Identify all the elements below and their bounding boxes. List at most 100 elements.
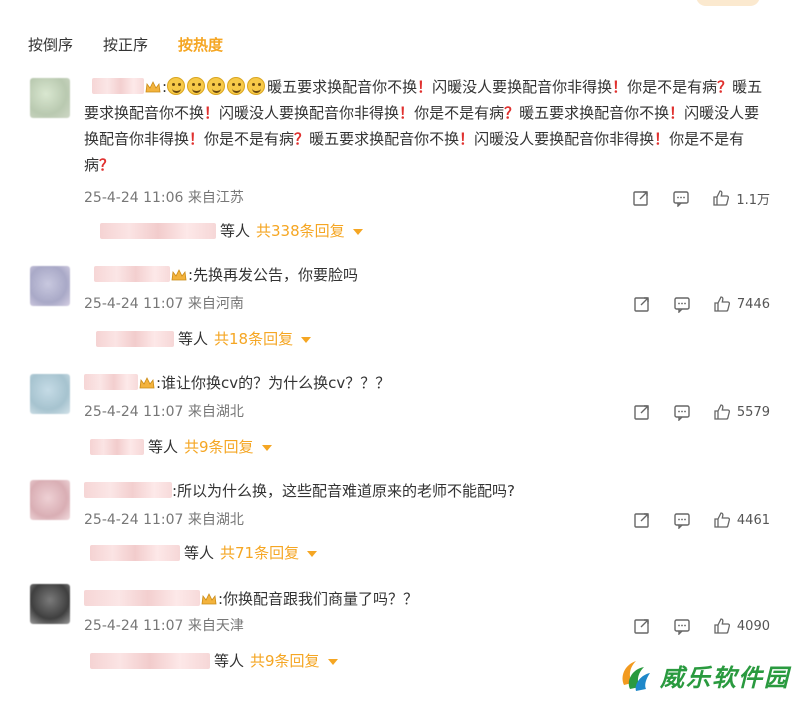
avatar[interactable] bbox=[30, 584, 70, 624]
reply-count[interactable]: 共18条回复 bbox=[214, 328, 293, 350]
share-icon[interactable] bbox=[633, 403, 651, 421]
comment-actions: 7446 bbox=[611, 294, 770, 314]
like-icon[interactable] bbox=[713, 617, 731, 635]
comment-icon[interactable] bbox=[673, 511, 691, 529]
reply-count[interactable]: 共71条回复 bbox=[220, 542, 299, 564]
exclamation-mark: ！ bbox=[417, 78, 433, 96]
like-count: 1.1万 bbox=[736, 192, 770, 208]
comment-icon[interactable] bbox=[673, 617, 691, 635]
reply-users-blurred bbox=[96, 331, 174, 347]
comment-text: :先换再发公告，你要脸吗 bbox=[84, 262, 770, 288]
comment-icon[interactable] bbox=[672, 189, 690, 207]
avatar[interactable] bbox=[30, 480, 70, 520]
username-blurred[interactable] bbox=[84, 482, 172, 498]
share-icon[interactable] bbox=[633, 511, 651, 529]
crown-icon bbox=[171, 269, 187, 281]
like-icon[interactable] bbox=[713, 295, 731, 313]
share-icon[interactable] bbox=[633, 617, 651, 635]
avatar[interactable] bbox=[30, 266, 70, 306]
smile-emoji-icon bbox=[247, 77, 266, 95]
reply-count[interactable]: 共338条回复 bbox=[256, 220, 345, 242]
reply-suffix: 等人 bbox=[214, 652, 245, 670]
top-pill-decoration bbox=[696, 0, 760, 6]
timestamp: 25-4-24 11:07 bbox=[84, 404, 184, 420]
watermark-logo-icon bbox=[622, 661, 650, 691]
caret-down-icon[interactable] bbox=[301, 337, 312, 343]
avatar[interactable] bbox=[30, 374, 70, 414]
watermark: 威乐软件园 bbox=[616, 655, 790, 695]
comment-text-segment: 你是不是有病 bbox=[414, 104, 505, 122]
crown-icon bbox=[145, 81, 161, 93]
username-blurred[interactable] bbox=[92, 78, 144, 94]
comment-icon[interactable] bbox=[673, 295, 691, 313]
comment-actions: 1.1万 bbox=[610, 188, 770, 208]
comment-icon[interactable] bbox=[673, 403, 691, 421]
reply-summary[interactable]: 等人 共71条回复 bbox=[90, 542, 318, 564]
comment-body: :谁让你换cv的？为什么换cv？？？ bbox=[156, 374, 391, 392]
location: 来自天津 bbox=[187, 618, 244, 634]
reply-summary[interactable]: 等人 共18条回复 bbox=[96, 328, 312, 350]
caret-down-icon[interactable] bbox=[352, 229, 363, 235]
watermark-text: 威乐软件园 bbox=[660, 662, 790, 692]
comment-text-segment: 闪暖没人要换配音你非得换 bbox=[219, 104, 400, 122]
question-mark: ？ bbox=[294, 130, 310, 148]
timestamp: 25-4-24 11:06 bbox=[84, 190, 184, 206]
sort-tab-descending[interactable]: 按倒序 bbox=[28, 34, 73, 56]
exclamation-mark: ！ bbox=[654, 130, 670, 148]
location: 来自湖北 bbox=[187, 404, 244, 420]
comment-text-segment: 暖五要求换配音你不换 bbox=[519, 104, 670, 122]
smile-emoji-icon bbox=[207, 77, 226, 95]
smile-emoji-icon bbox=[167, 77, 186, 95]
comment-text-segment: 你是不是有病 bbox=[204, 130, 295, 148]
comment-body: 暖五要求换配音你不换！闪暖没人要换配音你非得换！你是不是有病？暖五要求换配音你不… bbox=[84, 78, 762, 174]
like-icon[interactable] bbox=[713, 403, 731, 421]
timestamp: 25-4-24 11:07 bbox=[84, 512, 184, 528]
sort-tab-hot[interactable]: 按热度 bbox=[178, 34, 223, 56]
comment-body: :所以为什么换，这些配音难道原来的老师不能配吗? bbox=[172, 482, 516, 500]
share-icon[interactable] bbox=[633, 295, 651, 313]
exclamation-mark: ！ bbox=[612, 78, 628, 96]
question-mark: ？ bbox=[99, 156, 115, 174]
reply-suffix: 等人 bbox=[184, 544, 215, 562]
reply-count[interactable]: 共9条回复 bbox=[184, 436, 254, 458]
reply-summary[interactable]: 等人 共9条回复 bbox=[90, 650, 338, 672]
reply-users-blurred bbox=[90, 439, 144, 455]
comment-text: :谁让你换cv的？为什么换cv？？？ bbox=[84, 370, 770, 396]
username-blurred[interactable] bbox=[84, 374, 138, 390]
sort-tab-ascending[interactable]: 按正序 bbox=[103, 34, 148, 56]
comment-text-segment: 闪暖没人要换配音你非得换 bbox=[432, 78, 613, 96]
comment-actions: 5579 bbox=[611, 402, 770, 422]
comment-meta: 25-4-24 11:07 来自湖北 bbox=[84, 402, 244, 422]
like-icon[interactable] bbox=[713, 511, 731, 529]
reply-users-blurred bbox=[90, 653, 210, 669]
exclamation-mark: ！ bbox=[669, 104, 685, 122]
comment-meta: 25-4-24 11:07 来自天津 bbox=[84, 616, 244, 636]
reply-summary[interactable]: 等人 共9条回复 bbox=[90, 436, 272, 458]
share-icon[interactable] bbox=[632, 189, 650, 207]
comment-text: :你换配音跟我们商量了吗？？ bbox=[84, 586, 770, 612]
reply-users-blurred bbox=[100, 223, 216, 239]
comment-text: :所以为什么换，这些配音难道原来的老师不能配吗? bbox=[84, 478, 770, 504]
reply-count[interactable]: 共9条回复 bbox=[250, 650, 320, 672]
reply-summary[interactable]: 等人 共338条回复 bbox=[100, 220, 363, 242]
reply-suffix: 等人 bbox=[178, 330, 209, 348]
comment-meta: 25-4-24 11:06 来自江苏 bbox=[84, 188, 244, 208]
username-blurred[interactable] bbox=[94, 266, 170, 282]
crown-icon bbox=[201, 593, 217, 605]
comment-text-segment: 暖五要求换配音你不换 bbox=[309, 130, 460, 148]
like-count: 4090 bbox=[736, 618, 770, 634]
caret-down-icon[interactable] bbox=[261, 445, 272, 451]
caret-down-icon[interactable] bbox=[307, 551, 318, 557]
location: 来自河南 bbox=[187, 296, 244, 312]
username-blurred[interactable] bbox=[84, 590, 200, 606]
exclamation-mark: ！ bbox=[189, 130, 205, 148]
comment-text-segment: 你是不是有病 bbox=[627, 78, 718, 96]
timestamp: 25-4-24 11:07 bbox=[84, 296, 184, 312]
exclamation-mark: ！ bbox=[204, 104, 220, 122]
avatar[interactable] bbox=[30, 78, 70, 118]
caret-down-icon[interactable] bbox=[327, 659, 338, 665]
location: 来自江苏 bbox=[187, 190, 244, 206]
comment-meta: 25-4-24 11:07 来自河南 bbox=[84, 294, 244, 314]
exclamation-mark: ！ bbox=[459, 130, 475, 148]
like-icon[interactable] bbox=[712, 189, 730, 207]
